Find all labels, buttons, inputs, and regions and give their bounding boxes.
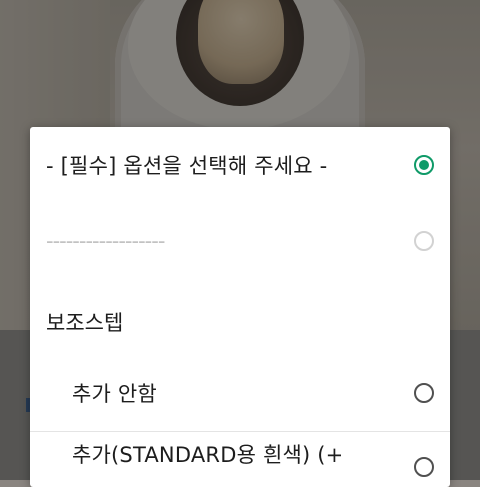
option-item-label: 추가 안함 (72, 382, 157, 406)
option-required-prompt-label: - [필수] 옵션을 선택해 주세요 - (46, 154, 328, 178)
option-separator-row: ------------------ (30, 223, 450, 259)
option-divider (30, 431, 450, 432)
option-item-standard-white[interactable]: 추가(STANDARD용 흰색) (+ (30, 439, 450, 477)
radio-selected-icon[interactable] (414, 155, 434, 175)
option-item-no-addition[interactable]: 추가 안함 (30, 375, 450, 411)
radio-dot-icon (419, 160, 429, 170)
option-group-title: 보조스텝 (46, 311, 124, 335)
radio-unselected-icon[interactable] (414, 383, 434, 403)
radio-unselected-icon[interactable] (414, 457, 434, 477)
option-required-prompt[interactable]: - [필수] 옵션을 선택해 주세요 - (30, 147, 450, 183)
option-item-label: 추가(STANDARD용 흰색) (+ (72, 443, 344, 467)
option-separator-label: ------------------ (46, 229, 165, 253)
radio-disabled-icon (414, 231, 434, 251)
option-select-sheet: - [필수] 옵션을 선택해 주세요 - ------------------ … (30, 127, 450, 487)
